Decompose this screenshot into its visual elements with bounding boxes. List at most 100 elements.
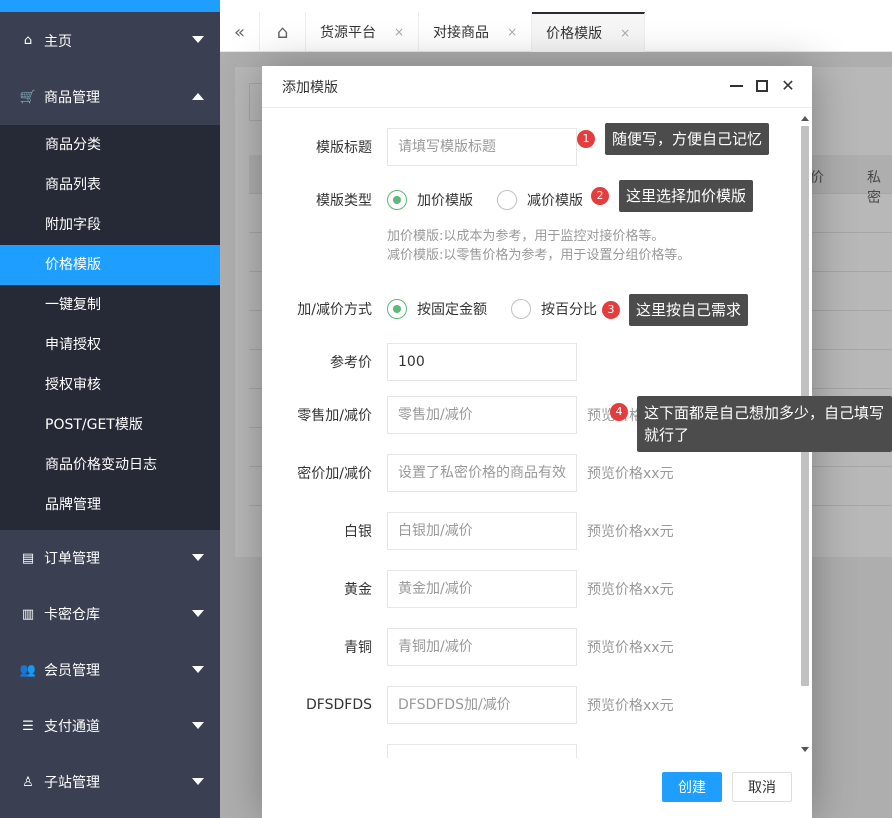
- minimize-icon[interactable]: [728, 78, 744, 94]
- radio-percentage[interactable]: 按百分比: [511, 299, 597, 319]
- preview-price-text: 预览价格xx元: [587, 466, 674, 482]
- cart-icon: 🛒: [19, 89, 37, 105]
- nav-group-products[interactable]: 🛒 商品管理: [0, 69, 220, 125]
- field-label: 模版类型: [316, 193, 372, 209]
- annotation-badge: 4: [610, 403, 628, 421]
- annotation-badge: 1: [577, 130, 595, 148]
- retail-adjust-input[interactable]: [387, 396, 577, 434]
- tab-docking-products[interactable]: 对接商品 ×: [419, 12, 533, 52]
- silver-adjust-input[interactable]: [387, 512, 577, 550]
- chevron-up-icon: [192, 93, 204, 100]
- scroll-down-icon[interactable]: [801, 747, 809, 752]
- nav-group-label: 会员管理: [44, 663, 100, 679]
- field-label: DFSDFDS: [306, 697, 372, 713]
- gold-adjust-input[interactable]: [387, 570, 577, 608]
- nav-group-card-warehouse[interactable]: ▥ 卡密仓库: [0, 586, 220, 642]
- template-title-input[interactable]: [387, 128, 577, 166]
- radio-unchecked-icon: [497, 190, 517, 210]
- sidebar-item-apply-auth[interactable]: 申请授权: [0, 325, 220, 365]
- radio-fixed-amount[interactable]: 按固定金额: [387, 299, 487, 319]
- dfsdfds-adjust-input[interactable]: [387, 686, 577, 724]
- cancel-button[interactable]: 取消: [732, 772, 792, 802]
- nav-group-orders[interactable]: ▤ 订单管理: [0, 530, 220, 586]
- type-hint-2: 减价模版:以零售价格为参考，用于设置分组价格等。: [387, 248, 691, 263]
- home-tab-icon[interactable]: ⌂: [260, 12, 306, 52]
- create-button[interactable]: 创建: [662, 772, 722, 802]
- nav-group-members[interactable]: 👥 会员管理: [0, 642, 220, 698]
- sitemap-icon: ♙: [22, 774, 34, 790]
- field-label: 零售加/减价: [297, 408, 372, 424]
- sidebar-item-product-list[interactable]: 商品列表: [0, 165, 220, 205]
- home-icon: ⌂: [23, 33, 33, 48]
- sidebar-item-price-template[interactable]: 价格模版: [0, 245, 220, 285]
- modal-footer: 创建 取消: [262, 758, 812, 818]
- radio-reduce-price-template[interactable]: 减价模版: [497, 190, 583, 210]
- modal-header: 添加模版 ✕: [262, 66, 812, 108]
- radio-label: 按百分比: [541, 302, 597, 318]
- nav-group-label: 订单管理: [44, 551, 100, 567]
- close-icon[interactable]: ×: [620, 26, 630, 40]
- nav-group-label: 主页: [44, 33, 72, 50]
- annotation-tooltip: 这里按自己需求: [629, 294, 749, 326]
- chevron-down-icon: [192, 778, 204, 785]
- reference-price-input[interactable]: [387, 343, 577, 381]
- bronze-adjust-input[interactable]: [387, 628, 577, 666]
- nav-group-label: 卡密仓库: [44, 607, 100, 623]
- tab-price-template[interactable]: 价格模版 ×: [532, 12, 646, 52]
- tab-supply-platform[interactable]: 货源平台 ×: [306, 12, 420, 52]
- radio-checked-icon: [387, 190, 407, 210]
- tab-bar: « ⌂ 货源平台 × 对接商品 × 价格模版 ×: [220, 0, 892, 52]
- maximize-icon[interactable]: [754, 78, 770, 94]
- field-label: 白银: [344, 524, 372, 540]
- sidebar-item-price-change-log[interactable]: 商品价格变动日志: [0, 445, 220, 485]
- type-hint-1: 加价模版:以成本为参考，用于监控对接价格等。: [387, 229, 665, 244]
- annotation-tooltip: 随便写，方便自己记忆: [605, 123, 770, 155]
- users-icon: 👥: [19, 662, 37, 678]
- form-row-gold: 黄金 预览价格xx元: [262, 570, 812, 608]
- field-label: 模版标题: [316, 140, 372, 156]
- sidebar: ⌂ 主页 🛒 商品管理 商品分类 商品列表 附加字段 价格模版 一键复制 申请授…: [0, 0, 220, 818]
- nav-group-label: 商品管理: [44, 90, 100, 106]
- tab-label: 对接商品: [433, 25, 490, 41]
- nav-group-label: 支付通道: [44, 719, 100, 735]
- form-row-dfsdfds: DFSDFDS 预览价格xx元: [262, 686, 812, 724]
- radio-checked-icon: [387, 299, 407, 319]
- nav-group-substations[interactable]: ♙ 子站管理: [0, 754, 220, 810]
- nav-group-payment[interactable]: ☰ 支付通道: [0, 698, 220, 754]
- sidebar-item-auth-review[interactable]: 授权审核: [0, 365, 220, 405]
- clipboard-icon: ▤: [21, 550, 35, 566]
- chevron-down-icon: [192, 666, 204, 673]
- sidebar-item-post-get-template[interactable]: POST/GET模版: [0, 405, 220, 445]
- field-label: 参考价: [330, 355, 372, 371]
- radio-unchecked-icon: [511, 299, 531, 319]
- nav-group-home[interactable]: ⌂ 主页: [0, 12, 220, 69]
- annotation-badge: 3: [602, 301, 620, 319]
- field-label: 密价加/减价: [297, 466, 372, 482]
- close-icon[interactable]: ✕: [780, 78, 796, 94]
- radio-label: 加价模版: [417, 193, 473, 209]
- scroll-up-icon[interactable]: [801, 116, 809, 121]
- chevron-down-icon: [192, 554, 204, 561]
- sidebar-item-extra-fields[interactable]: 附加字段: [0, 205, 220, 245]
- tab-label: 货源平台: [320, 25, 376, 41]
- preview-price-text: 预览价格xx元: [587, 524, 674, 540]
- field-label: 黄金: [344, 582, 372, 598]
- next-adjust-input[interactable]: [387, 744, 577, 758]
- products-subnav: 商品分类 商品列表 附加字段 价格模版 一键复制 申请授权 授权审核 POST/…: [0, 125, 220, 530]
- radio-label: 按固定金额: [417, 302, 487, 318]
- close-icon[interactable]: ×: [394, 25, 404, 39]
- folder-icon: ▥: [21, 606, 35, 622]
- collapse-sidebar-icon[interactable]: «: [220, 12, 260, 52]
- radio-add-price-template[interactable]: 加价模版: [387, 190, 473, 210]
- secret-adjust-input[interactable]: [387, 454, 577, 492]
- annotation-tooltip: 这下面都是自己想加多少，自己填写就行了: [637, 396, 892, 452]
- field-label: 加/减价方式: [297, 302, 372, 318]
- sidebar-item-category[interactable]: 商品分类: [0, 125, 220, 165]
- sidebar-item-brand[interactable]: 品牌管理: [0, 485, 220, 530]
- list-icon: ☰: [22, 718, 34, 734]
- form-row-reference-price: 参考价: [262, 343, 812, 381]
- sidebar-item-one-click-copy[interactable]: 一键复制: [0, 285, 220, 325]
- preview-price-text: 预览价格xx元: [587, 640, 674, 656]
- close-icon[interactable]: ×: [507, 25, 517, 39]
- chevron-down-icon: [192, 36, 204, 43]
